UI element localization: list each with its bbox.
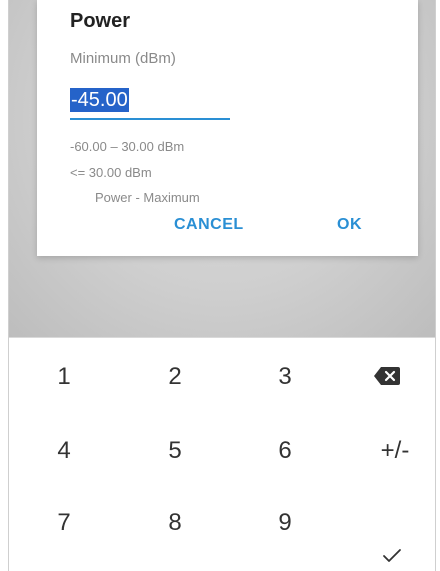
power-dialog: Power Minimum (dBm) -45.00 -60.00 – 30.0… <box>37 0 418 256</box>
key-6[interactable]: 6 <box>255 431 315 471</box>
value-input-text: -45.00 <box>70 88 129 112</box>
key-9[interactable]: 9 <box>255 503 315 543</box>
screen: Power Minimum (dBm) -45.00 -60.00 – 30.0… <box>0 0 440 571</box>
key-2[interactable]: 2 <box>145 357 205 397</box>
key-1[interactable]: 1 <box>34 357 94 397</box>
range-hint: -60.00 – 30.00 dBm <box>70 139 185 154</box>
value-input[interactable]: -45.00 <box>70 88 230 120</box>
frame-edge-right <box>435 0 440 571</box>
frame-edge-left <box>0 0 9 571</box>
dialog-title: Power <box>70 10 131 32</box>
ok-button[interactable]: OK <box>337 216 362 234</box>
backspace-icon[interactable] <box>374 366 400 386</box>
key-7[interactable]: 7 <box>34 503 94 543</box>
dialog-subtitle: Minimum (dBm) <box>70 50 176 67</box>
cancel-button[interactable]: CANCEL <box>174 216 244 234</box>
key-plus-minus[interactable]: +/- <box>365 431 425 471</box>
limit-hint: <= 30.00 dBm <box>70 165 152 180</box>
key-8[interactable]: 8 <box>145 503 205 543</box>
limit-reference: Power - Maximum <box>95 190 200 205</box>
key-4[interactable]: 4 <box>34 431 94 471</box>
key-5[interactable]: 5 <box>145 431 205 471</box>
key-3[interactable]: 3 <box>255 357 315 397</box>
checkmark-icon[interactable] <box>382 548 402 564</box>
